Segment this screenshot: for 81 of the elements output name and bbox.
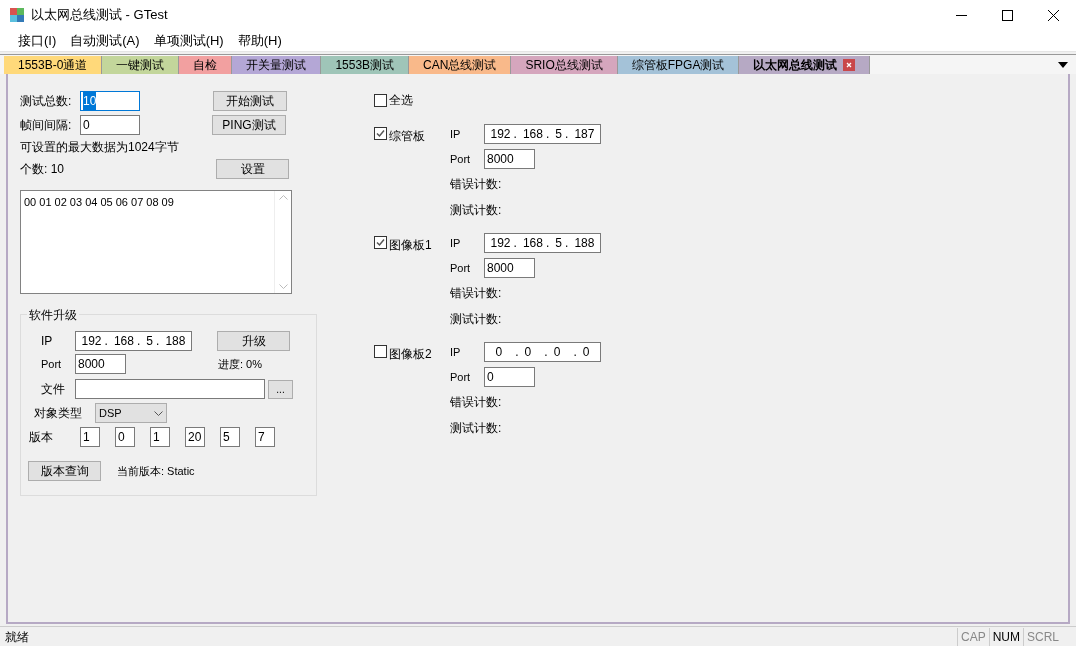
field-label: 文件 bbox=[40, 381, 66, 398]
version-field[interactable]: 1 bbox=[150, 427, 170, 447]
close-icon bbox=[1047, 9, 1059, 21]
tab[interactable]: 以太网总线测试 bbox=[739, 56, 871, 74]
menu-item[interactable]: 自动测试(A) bbox=[70, 30, 140, 51]
tab[interactable]: 1553B测试 bbox=[321, 56, 410, 74]
input-field[interactable]: 8000 bbox=[484, 258, 535, 278]
status-indicator: SCRL bbox=[1023, 627, 1062, 646]
tab[interactable]: 1553B-0通道 bbox=[4, 56, 103, 74]
checkbox[interactable] bbox=[374, 236, 387, 249]
window-title: 以太网总线测试 - GTest bbox=[31, 6, 168, 25]
field-label: IP bbox=[40, 333, 54, 350]
version-field[interactable]: 20 bbox=[185, 427, 205, 447]
tab[interactable]: 综管板FPGA测试 bbox=[617, 56, 740, 74]
upgrade-button[interactable]: 升级 bbox=[217, 331, 290, 351]
field-label: Port bbox=[450, 260, 472, 276]
checkbox[interactable] bbox=[374, 93, 387, 107]
field-label: Port bbox=[40, 356, 63, 372]
tab[interactable]: 一键测试 bbox=[102, 56, 180, 74]
dropdown-arrow-icon[interactable] bbox=[1058, 62, 1068, 68]
ip-address-field[interactable]: 0 . 0 . 0 . 0 bbox=[484, 342, 601, 362]
start-test-button[interactable]: 开始测试 bbox=[213, 91, 287, 111]
version-field[interactable]: 0 bbox=[115, 427, 135, 447]
status-indicator: CAP bbox=[956, 627, 989, 646]
data-text-area[interactable]: 00 01 02 03 04 05 06 07 08 09 bbox=[20, 190, 292, 294]
ip-address-field[interactable]: 192 . 168 . 5 . 188 bbox=[75, 331, 192, 351]
ping-test-button[interactable]: PING测试 bbox=[212, 115, 286, 135]
field-label: IP bbox=[450, 344, 462, 360]
input-field[interactable]: 8000 bbox=[484, 149, 535, 169]
version-field[interactable]: 5 bbox=[220, 427, 240, 447]
app-icon bbox=[9, 7, 25, 23]
input-field[interactable]: 8000 bbox=[75, 354, 126, 374]
field-label: 版本 bbox=[29, 429, 54, 446]
checkbox[interactable] bbox=[374, 345, 387, 358]
ip-address-field[interactable]: 192 . 168 . 5 . 188 bbox=[484, 233, 601, 253]
group-title: 软件升级 bbox=[27, 306, 79, 324]
menu-item[interactable]: 接口(I) bbox=[18, 30, 57, 51]
field-label: Port bbox=[450, 369, 472, 385]
input-field[interactable]: 0 bbox=[80, 115, 140, 135]
ip-address-field[interactable]: 192 . 168 . 5 . 187 bbox=[484, 124, 601, 144]
error-count-label: 错误计数: bbox=[450, 394, 503, 411]
test-count-label: 测试计数: bbox=[450, 202, 503, 219]
status-text: 就绪 bbox=[5, 628, 29, 646]
maximize-icon bbox=[1001, 9, 1013, 21]
type-dropdown[interactable]: DSP bbox=[95, 403, 167, 423]
progress-text: 进度: 0% bbox=[218, 356, 262, 372]
checkbox[interactable] bbox=[374, 127, 387, 140]
tab[interactable]: 自检 bbox=[179, 56, 233, 74]
count-text: 个数: 10 bbox=[20, 161, 65, 178]
version-query-button[interactable]: 版本查询 bbox=[28, 461, 101, 481]
field-label: 帧间间隔: bbox=[20, 117, 73, 134]
version-field[interactable]: 1 bbox=[80, 427, 100, 447]
status-indicator: NUM bbox=[988, 627, 1023, 646]
current-version-text: 当前版本: Static bbox=[117, 463, 195, 479]
menu-item[interactable]: 单项测试(H) bbox=[153, 30, 224, 51]
field-label: 测试总数: bbox=[20, 93, 73, 110]
file-path-field[interactable] bbox=[75, 379, 265, 399]
browse-button[interactable]: ... bbox=[268, 379, 293, 399]
field-label: IP bbox=[450, 235, 462, 251]
checkbox-label: 图像板2 bbox=[389, 346, 432, 363]
field-label: IP bbox=[450, 126, 462, 142]
settings-button[interactable]: 设置 bbox=[216, 159, 289, 179]
close-icon[interactable] bbox=[843, 59, 856, 71]
checkbox-label: 图像板1 bbox=[389, 237, 432, 254]
input-field[interactable]: 10 bbox=[80, 91, 140, 111]
chevron-down-icon bbox=[154, 410, 163, 416]
info-text: 可设置的最大数据为1024字节 bbox=[20, 139, 180, 156]
tab[interactable]: CAN总线测试 bbox=[409, 56, 512, 74]
menu-item[interactable]: 帮助(H) bbox=[237, 30, 282, 51]
tab[interactable]: 开关量测试 bbox=[232, 56, 322, 74]
test-count-label: 测试计数: bbox=[450, 420, 503, 437]
field-label: 对象类型 bbox=[33, 405, 83, 422]
test-count-label: 测试计数: bbox=[450, 311, 503, 328]
error-count-label: 错误计数: bbox=[450, 176, 503, 193]
error-count-label: 错误计数: bbox=[450, 285, 503, 302]
field-label: Port bbox=[450, 151, 472, 167]
checkbox-label: 全选 bbox=[389, 92, 413, 109]
version-field[interactable]: 7 bbox=[255, 427, 275, 447]
input-field[interactable]: 0 bbox=[484, 367, 535, 387]
tab[interactable]: SRIO总线测试 bbox=[511, 56, 618, 74]
checkbox-label: 综管板 bbox=[389, 128, 425, 145]
